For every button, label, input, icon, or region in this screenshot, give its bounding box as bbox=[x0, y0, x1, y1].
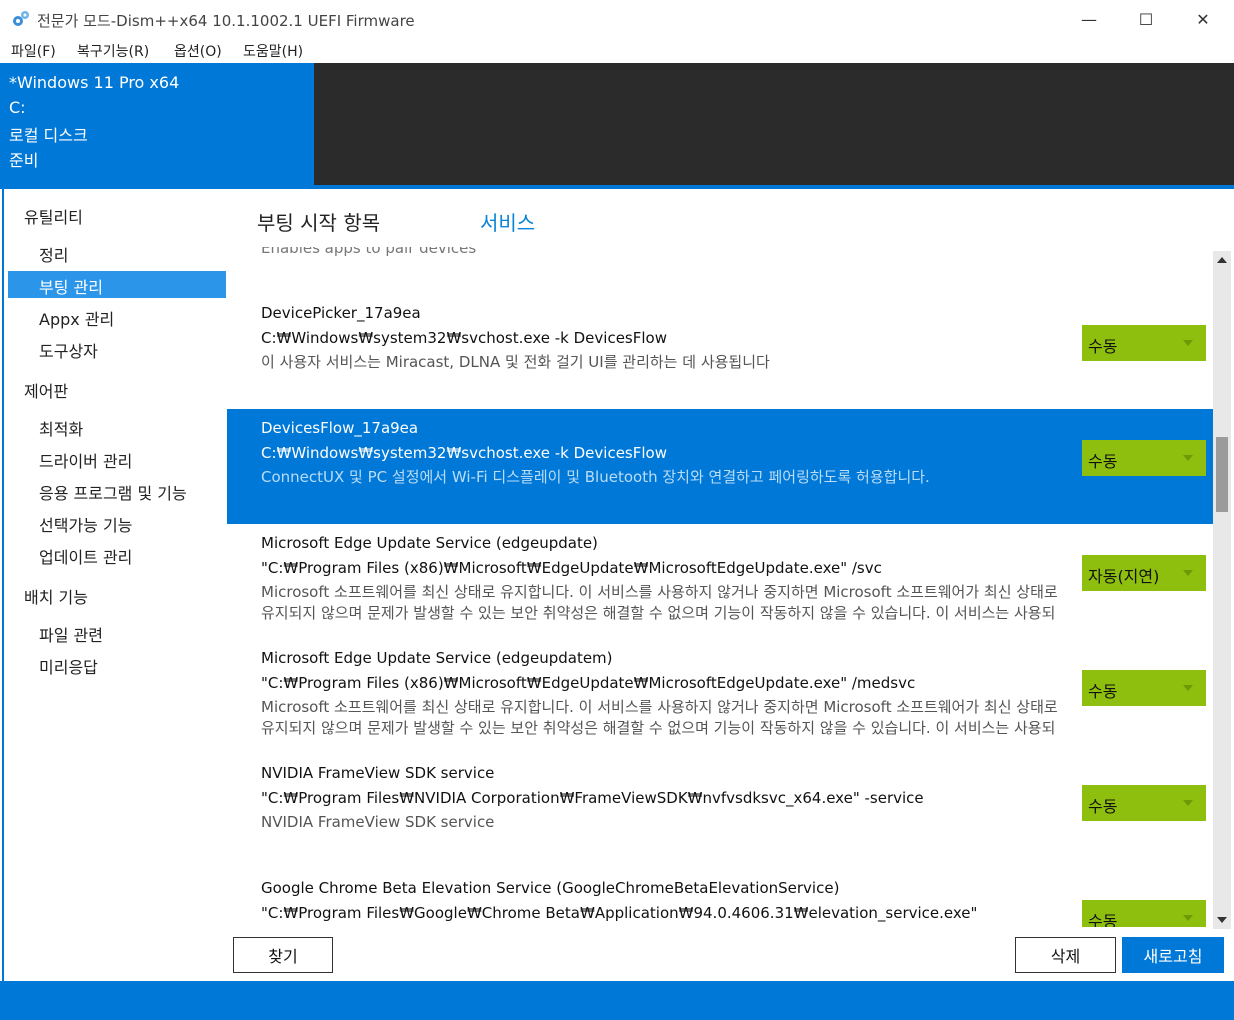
service-path: C:₩Windows₩system32₩svchost.exe -k Devic… bbox=[261, 444, 667, 462]
image-info-panel[interactable]: *Windows 11 Pro x64 C: 로컬 디스크 준비 bbox=[0, 63, 314, 185]
os-name: *Windows 11 Pro x64 bbox=[9, 73, 180, 92]
window-title: 전문가 모드-Dism++x64 10.1.1002.1 UEFI Firmwa… bbox=[37, 12, 415, 30]
service-name: DevicesFlow_17a9ea bbox=[261, 419, 419, 437]
nav-item-optimize[interactable]: 최적화 bbox=[8, 413, 226, 440]
scrollbar-thumb[interactable] bbox=[1216, 437, 1228, 512]
service-name: Microsoft Edge Update Service (edgeupdat… bbox=[261, 649, 613, 667]
startup-type-value: 수동 bbox=[1088, 452, 1118, 471]
service-description: NVIDIA FrameView SDK service bbox=[261, 813, 495, 831]
tab-services[interactable]: 서비스 bbox=[480, 207, 535, 236]
partial-service-description: Enables apps to pair devices bbox=[261, 247, 477, 257]
startup-type-value: 수동 bbox=[1088, 912, 1118, 927]
service-row[interactable]: NVIDIA FrameView SDK service "C:₩Program… bbox=[227, 754, 1213, 869]
nav-category-control-panel: 제어판 bbox=[24, 382, 69, 401]
service-description: 이 사용자 서비스는 Miracast, DLNA 및 전화 걸기 UI를 관리… bbox=[261, 353, 770, 371]
drive-letter: C: bbox=[9, 98, 26, 117]
nav-item-apps-features[interactable]: 응용 프로그램 및 기능 bbox=[8, 477, 226, 504]
service-name: DevicePicker_17a9ea bbox=[261, 304, 421, 322]
maximize-button[interactable]: ☐ bbox=[1117, 0, 1175, 38]
scroll-down-arrow-icon[interactable] bbox=[1213, 911, 1231, 929]
chevron-down-icon bbox=[1183, 685, 1193, 691]
startup-type-value: 수동 bbox=[1088, 682, 1118, 701]
chevron-down-icon bbox=[1183, 455, 1193, 461]
service-name: Microsoft Edge Update Service (edgeupdat… bbox=[261, 534, 598, 552]
service-row[interactable]: DevicePicker_17a9ea C:₩Windows₩system32₩… bbox=[227, 294, 1213, 409]
service-path: "C:₩Program Files (x86)₩Microsoft₩EdgeUp… bbox=[261, 559, 882, 577]
nav-item-file-association[interactable]: 파일 관련 bbox=[8, 619, 226, 646]
nav-item-answer-file[interactable]: 미리응답 bbox=[8, 651, 226, 678]
menu-recovery[interactable]: 복구기능(R) bbox=[77, 41, 149, 61]
service-name: NVIDIA FrameView SDK service bbox=[261, 764, 495, 782]
sidebar: 유틸리티 정리 부팅 관리 Appx 관리 도구상자 제어판 최적화 드라이버 … bbox=[2, 189, 229, 981]
find-button[interactable]: 찾기 bbox=[233, 937, 333, 973]
startup-type-dropdown[interactable]: 자동(지연) bbox=[1082, 555, 1206, 591]
nav-category-utilities: 유틸리티 bbox=[24, 208, 83, 227]
status-text: 준비 bbox=[9, 151, 39, 170]
startup-type-dropdown[interactable]: 수동 bbox=[1082, 670, 1206, 706]
startup-type-value: 수동 bbox=[1088, 797, 1118, 816]
chevron-down-icon bbox=[1183, 570, 1193, 576]
scroll-up-arrow-icon[interactable] bbox=[1213, 251, 1231, 269]
menu-help[interactable]: 도움말(H) bbox=[243, 41, 303, 61]
drive-type: 로컬 디스크 bbox=[9, 126, 88, 145]
startup-type-dropdown[interactable]: 수동 bbox=[1082, 325, 1206, 361]
gear-app-icon bbox=[13, 11, 29, 26]
service-list[interactable]: Enables apps to pair devices DevicePicke… bbox=[227, 247, 1213, 927]
menu-bar: 파일(F) 복구기능(R) 옵션(O) 도움말(H) bbox=[0, 38, 1234, 64]
menu-options[interactable]: 옵션(O) bbox=[174, 41, 222, 61]
status-bar bbox=[0, 981, 1234, 1020]
nav-item-appx-management[interactable]: Appx 관리 bbox=[8, 303, 226, 330]
service-row[interactable]: Microsoft Edge Update Service (edgeupdat… bbox=[227, 524, 1213, 639]
chevron-down-icon bbox=[1183, 800, 1193, 806]
nav-item-driver-management[interactable]: 드라이버 관리 bbox=[8, 445, 226, 472]
service-description: Microsoft 소프트웨어를 최신 상태로 유지합니다. 이 서비스를 사용… bbox=[261, 583, 1058, 622]
startup-type-value: 수동 bbox=[1088, 337, 1118, 356]
vertical-scrollbar[interactable] bbox=[1213, 251, 1231, 929]
service-row[interactable]: Microsoft Edge Update Service (edgeupdat… bbox=[227, 639, 1213, 754]
startup-type-dropdown[interactable]: 수동 bbox=[1082, 900, 1206, 927]
nav-item-boot-management[interactable]: 부팅 관리 bbox=[8, 271, 226, 298]
header-dark-area bbox=[314, 63, 1234, 185]
tab-boot-startup-items[interactable]: 부팅 시작 항목 bbox=[257, 207, 380, 236]
startup-type-dropdown[interactable]: 수동 bbox=[1082, 785, 1206, 821]
startup-type-dropdown[interactable]: 수동 bbox=[1082, 440, 1206, 476]
nav-item-toolbox[interactable]: 도구상자 bbox=[8, 335, 226, 362]
menu-file[interactable]: 파일(F) bbox=[11, 41, 56, 61]
close-button[interactable]: ✕ bbox=[1174, 0, 1232, 38]
nav-item-cleanup[interactable]: 정리 bbox=[8, 239, 226, 266]
service-path: C:₩Windows₩system32₩svchost.exe -k Devic… bbox=[261, 329, 667, 347]
service-row-selected[interactable]: DevicesFlow_17a9ea C:₩Windows₩system32₩s… bbox=[227, 409, 1213, 524]
title-bar: 전문가 모드-Dism++x64 10.1.1002.1 UEFI Firmwa… bbox=[0, 0, 1234, 38]
startup-type-value: 자동(지연) bbox=[1088, 567, 1160, 586]
service-path: "C:₩Program Files₩NVIDIA Corporation₩Fra… bbox=[261, 789, 924, 807]
refresh-button[interactable]: 새로고침 bbox=[1122, 937, 1224, 973]
chevron-down-icon bbox=[1183, 340, 1193, 346]
service-description: ConnectUX 및 PC 설정에서 Wi-Fi 디스플레이 및 Blueto… bbox=[261, 468, 930, 486]
nav-category-deployment: 배치 기능 bbox=[24, 588, 88, 607]
service-path: "C:₩Program Files (x86)₩Microsoft₩EdgeUp… bbox=[261, 674, 916, 692]
service-path: "C:₩Program Files₩Google₩Chrome Beta₩App… bbox=[261, 904, 978, 922]
service-description: Microsoft 소프트웨어를 최신 상태로 유지합니다. 이 서비스를 사용… bbox=[261, 698, 1058, 737]
service-row[interactable]: Google Chrome Beta Elevation Service (Go… bbox=[227, 869, 1213, 927]
service-name: Google Chrome Beta Elevation Service (Go… bbox=[261, 879, 840, 897]
minimize-button[interactable]: — bbox=[1060, 0, 1118, 38]
chevron-down-icon bbox=[1183, 915, 1193, 921]
delete-button[interactable]: 삭제 bbox=[1015, 937, 1116, 973]
nav-item-optional-features[interactable]: 선택가능 기능 bbox=[8, 509, 226, 536]
main-panel: 부팅 시작 항목 서비스 Enables apps to pair device… bbox=[227, 189, 1234, 981]
nav-item-update-management[interactable]: 업데이트 관리 bbox=[8, 541, 226, 568]
